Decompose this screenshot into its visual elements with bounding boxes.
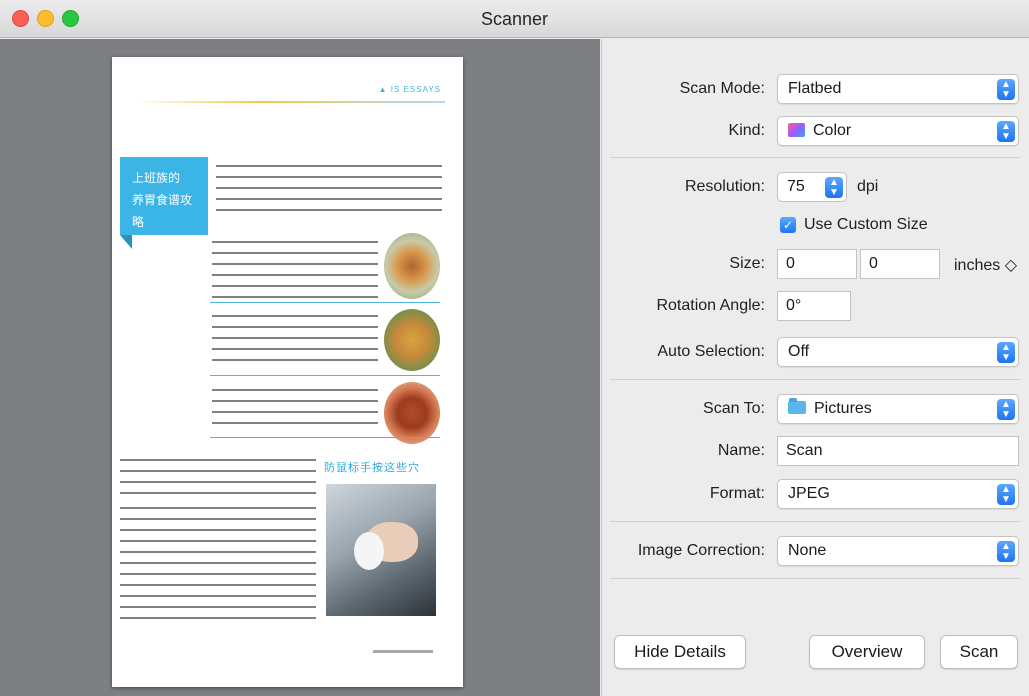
kind-popup[interactable]: Color ▲ ▼: [777, 116, 1019, 146]
rotation-angle-label: Rotation Angle:: [656, 297, 765, 314]
size-label: Size:: [729, 255, 765, 272]
format-popup[interactable]: JPEG ▲ ▼: [777, 479, 1019, 509]
page-text-block: [120, 503, 316, 623]
scan-mode-popup[interactable]: Flatbed ▲ ▼: [777, 74, 1019, 104]
name-field[interactable]: Scan: [777, 436, 1019, 466]
popup-arrows-icon: ▲ ▼: [997, 541, 1015, 562]
page-text-block: [120, 455, 316, 495]
size-width-field[interactable]: 0: [777, 249, 857, 279]
resolution-unit: dpi: [857, 178, 879, 195]
image-correction-value: None: [788, 542, 827, 559]
page-text-block: [212, 237, 378, 299]
overview-button[interactable]: Overview: [809, 635, 925, 669]
page-divider: [210, 302, 440, 303]
section-divider: [610, 578, 1021, 579]
scan-to-value: Pictures: [814, 400, 872, 417]
use-custom-size-label[interactable]: Use Custom Size: [804, 216, 928, 234]
kind-label: Kind:: [728, 122, 765, 139]
popup-arrows-icon: ▲ ▼: [997, 399, 1015, 420]
format-label: Format:: [709, 485, 765, 502]
food-photo-1: [384, 233, 440, 299]
page-text-block: [212, 385, 378, 431]
scan-settings-panel: Scan Mode: Flatbed ▲ ▼ Kind: Color ▲ ▼ Res…: [601, 39, 1029, 696]
image-correction-label: Image Correction:: [637, 542, 765, 559]
scanned-page-preview[interactable]: ▲ IS ESSAYS 上班族的 养胃食谱攻略 防鼠标手按这些穴: [112, 57, 463, 687]
auto-selection-popup[interactable]: Off ▲ ▼: [777, 337, 1019, 367]
page-divider: [210, 437, 440, 438]
auto-selection-value: Off: [788, 343, 810, 360]
auto-selection-label: Auto Selection:: [657, 343, 765, 360]
scan-preview-area[interactable]: ▲ IS ESSAYS 上班族的 养胃食谱攻略 防鼠标手按这些穴: [0, 39, 600, 696]
page-title-line-2: 养胃食谱攻略: [132, 193, 193, 229]
rotation-angle-field[interactable]: 0°: [777, 291, 851, 321]
mouse-hand-photo: [326, 484, 436, 616]
scan-mode-value: Flatbed: [788, 80, 842, 97]
page-title-line-1: 上班族的: [132, 171, 181, 185]
scan-button[interactable]: Scan: [940, 635, 1018, 669]
popup-arrows-icon: ▲ ▼: [997, 484, 1015, 505]
folder-icon: [788, 398, 806, 414]
page-divider: [210, 375, 440, 376]
page-title-tab: 上班族的 养胃食谱攻略: [120, 157, 208, 249]
scan-mode-label: Scan Mode:: [679, 80, 765, 97]
page-text-block: [212, 311, 378, 363]
resolution-value: 75: [787, 178, 805, 195]
color-swatch-icon: [788, 123, 805, 137]
resolution-field[interactable]: 75 ▲ ▼: [777, 172, 847, 202]
page-header-rule: [134, 101, 445, 103]
format-value: JPEG: [788, 485, 830, 502]
scan-to-popup[interactable]: Pictures ▲ ▼: [777, 394, 1019, 424]
kind-value: Color: [813, 122, 852, 139]
page-section-heading: 防鼠标手按这些穴: [324, 462, 420, 474]
size-unit-popup[interactable]: inches ◇: [954, 255, 1017, 275]
popup-arrows-icon: ▲ ▼: [997, 79, 1015, 100]
hide-details-button[interactable]: Hide Details: [614, 635, 746, 669]
name-label: Name:: [717, 442, 765, 459]
page-header-text: ▲ IS ESSAYS: [378, 85, 441, 94]
section-divider: [610, 521, 1021, 522]
page-text-block: [216, 161, 442, 213]
resolution-label: Resolution:: [684, 178, 765, 195]
popup-arrows-icon: ▲ ▼: [997, 121, 1015, 142]
mouse-shape: [354, 532, 384, 570]
food-photo-3: [384, 382, 440, 444]
section-divider: [610, 379, 1021, 380]
food-photo-2: [384, 309, 440, 371]
use-custom-size-checkbox[interactable]: ✓: [780, 217, 796, 233]
window-title: Scanner: [480, 9, 549, 29]
stepper-arrows-icon[interactable]: ▲ ▼: [825, 177, 843, 198]
section-divider: [610, 157, 1021, 158]
size-height-field[interactable]: 0: [860, 249, 940, 279]
image-correction-popup[interactable]: None ▲ ▼: [777, 536, 1019, 566]
title-bar: Scanner: [0, 0, 1029, 38]
scan-to-label: Scan To:: [703, 400, 765, 417]
popup-arrows-icon: ▲ ▼: [997, 342, 1015, 363]
page-footer: [373, 650, 433, 653]
